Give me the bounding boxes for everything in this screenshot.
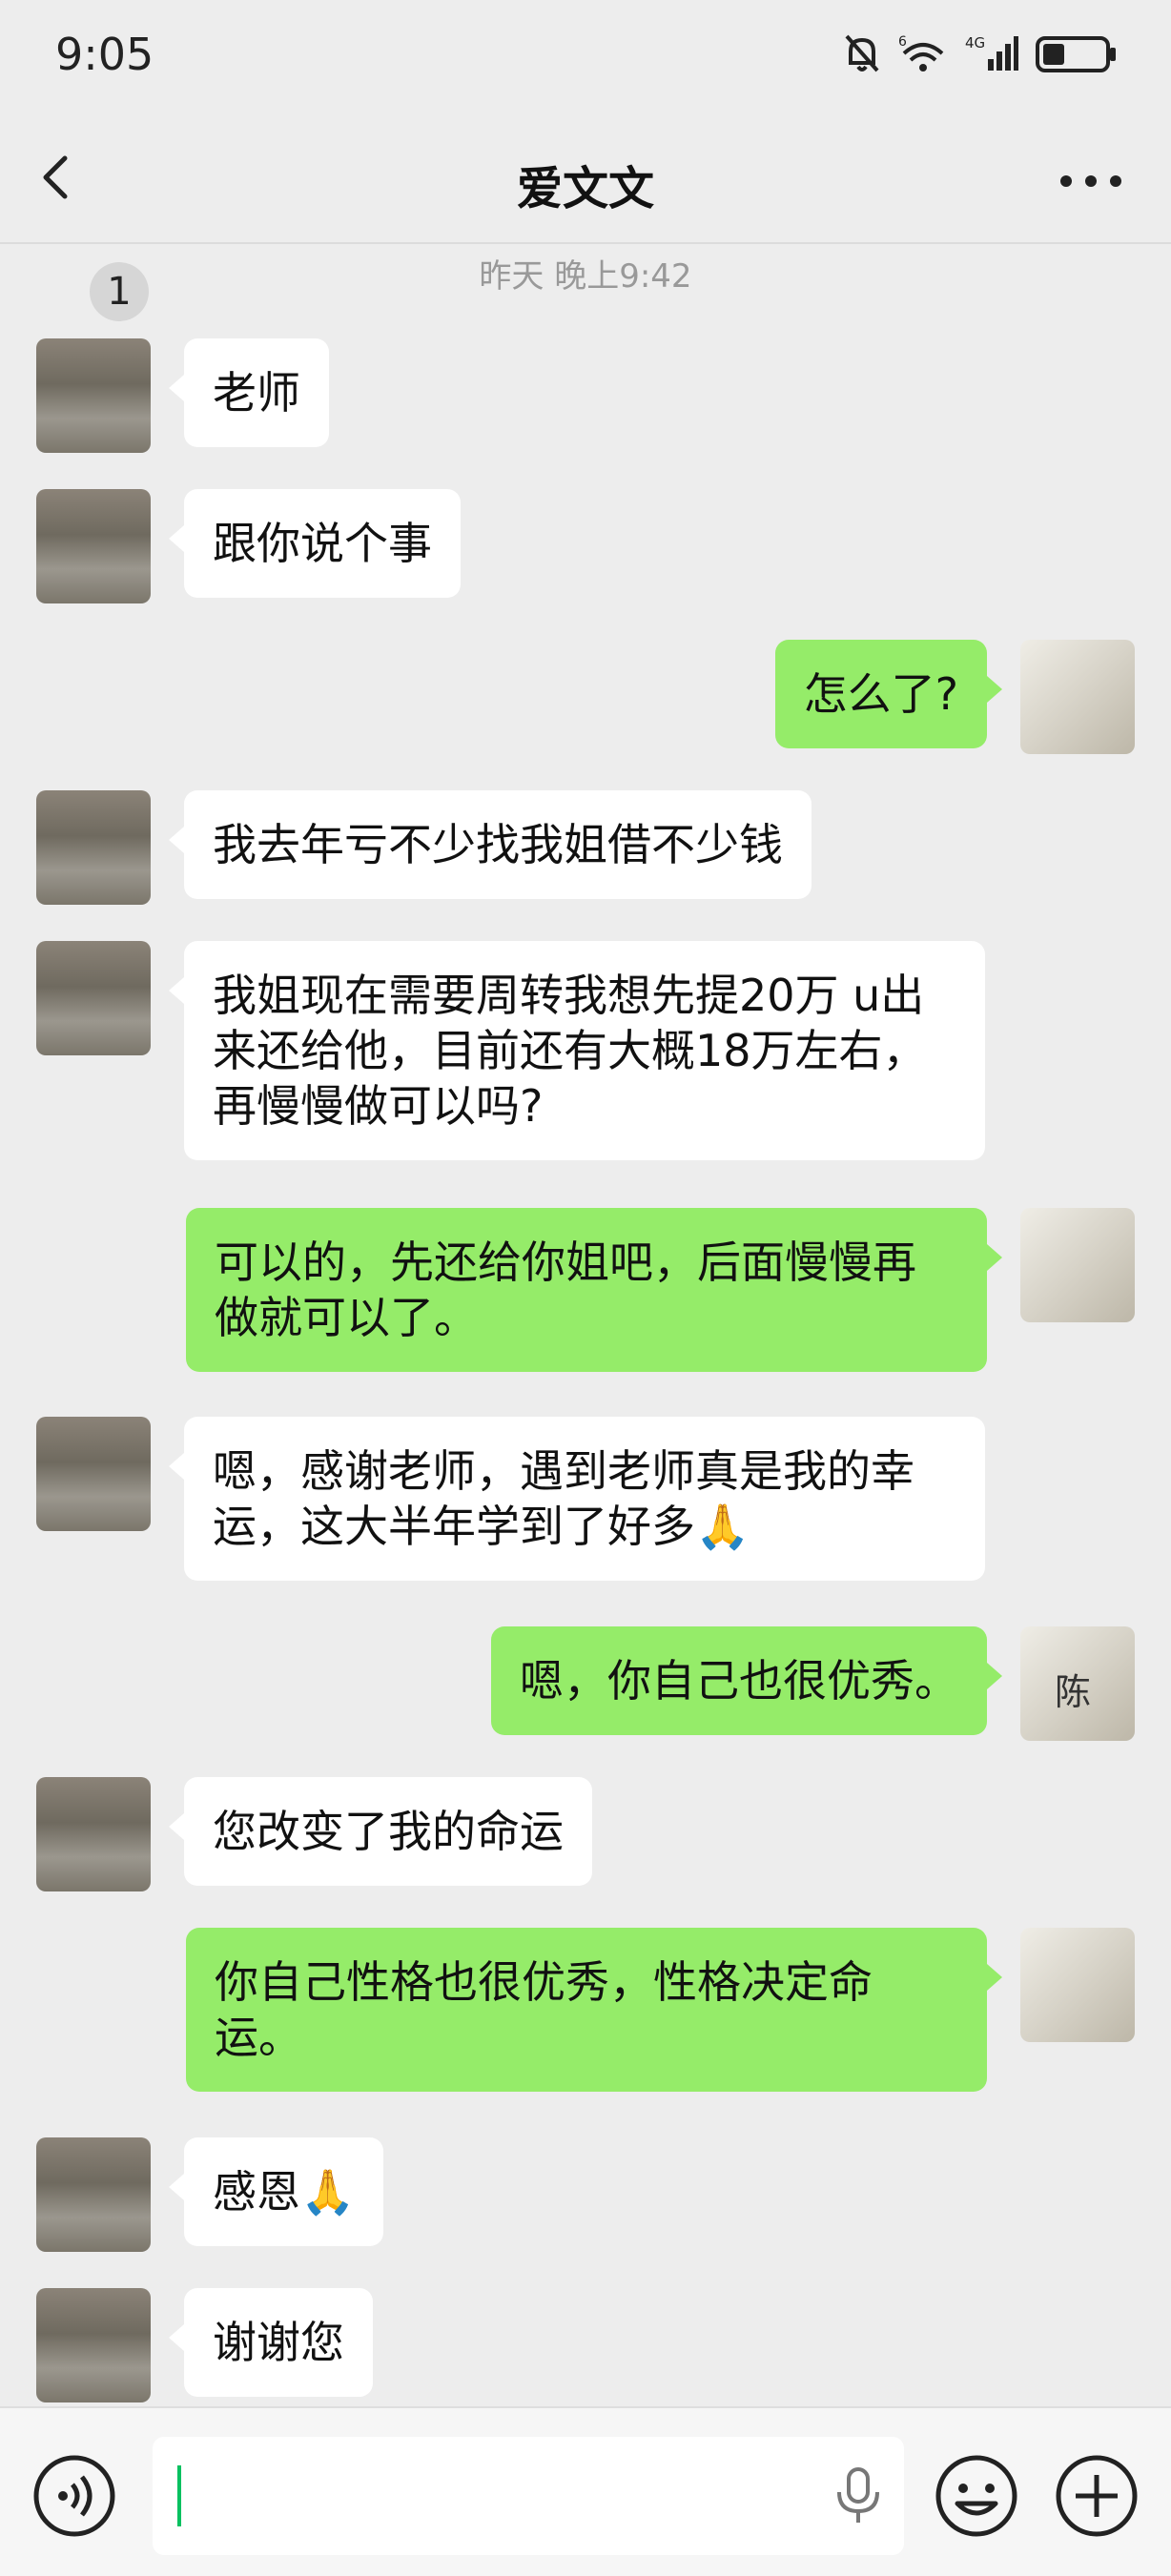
status-bar: 9:05 6 4G — [0, 0, 1171, 114]
contact-avatar[interactable] — [36, 489, 151, 603]
chat-header: 1 爱文文 — [0, 114, 1171, 321]
my-avatar[interactable] — [1020, 1928, 1135, 2042]
avatar-seal-char: 陈 — [1055, 1671, 1092, 1713]
microphone-icon[interactable] — [832, 2465, 885, 2526]
message-bubble-sent[interactable]: 怎么了? — [774, 640, 1003, 748]
voice-icon[interactable] — [31, 2452, 118, 2540]
my-avatar[interactable] — [1020, 640, 1135, 754]
wifi-icon: 6 — [898, 34, 944, 72]
contact-avatar[interactable] — [36, 2288, 151, 2402]
svg-text:6: 6 — [898, 34, 907, 50]
contact-avatar[interactable] — [36, 1417, 151, 1531]
chat-title: 爱文文 — [516, 162, 654, 215]
message-bubble-sent[interactable]: 可以的，先还给你姐吧，后面慢慢再做就可以了。 — [186, 1208, 1002, 1372]
signal-4g-icon: 4G — [965, 34, 1018, 71]
chat-input-bar — [0, 2406, 1171, 2576]
contact-avatar[interactable] — [36, 338, 151, 453]
message-bubble-received[interactable]: 跟你说个事 — [169, 489, 461, 598]
message-bubble-received[interactable]: 嗯，感谢老师，遇到老师真是我的幸运，这大半年学到了好多🙏 — [169, 1417, 985, 1581]
battery-icon — [1036, 36, 1116, 72]
svg-text:4G: 4G — [965, 34, 985, 51]
text-caret — [177, 2465, 181, 2526]
message-bubble-received[interactable]: 老师 — [169, 338, 329, 447]
status-time: 9:05 — [55, 29, 154, 80]
contact-avatar[interactable] — [36, 1777, 151, 1891]
contact-avatar[interactable] — [36, 790, 151, 905]
more-dots-icon[interactable] — [1053, 162, 1129, 200]
message-bubble-sent[interactable]: 你自己性格也很优秀，性格决定命运。 — [186, 1928, 1002, 2092]
contact-avatar[interactable] — [36, 2137, 151, 2252]
message-bubble-received[interactable]: 谢谢您 — [169, 2288, 373, 2397]
contact-avatar[interactable] — [36, 941, 151, 1055]
message-timestamp: 昨天 晚上9:42 — [479, 257, 692, 296]
my-avatar[interactable]: 陈 — [1020, 1626, 1135, 1741]
message-bubble-sent[interactable]: 嗯，你自己也很优秀。 — [491, 1626, 1002, 1735]
message-bubble-received[interactable]: 我姐现在需要周转我想先提20万 u出来还给他，目前还有大概18万左右，再慢慢做可… — [169, 941, 985, 1160]
plus-icon[interactable] — [1053, 2452, 1140, 2540]
mute-bell-icon — [845, 34, 879, 72]
message-input[interactable] — [153, 2437, 904, 2555]
status-icons: 6 4G — [843, 32, 1118, 74]
message-bubble-received[interactable]: 您改变了我的命运 — [169, 1777, 592, 1886]
message-bubble-received[interactable]: 感恩🙏 — [168, 2137, 384, 2246]
my-avatar[interactable] — [1020, 1208, 1135, 1322]
message-bubble-received[interactable]: 我去年亏不少找我姐借不少钱 — [169, 790, 811, 899]
emoji-icon[interactable] — [933, 2452, 1020, 2540]
